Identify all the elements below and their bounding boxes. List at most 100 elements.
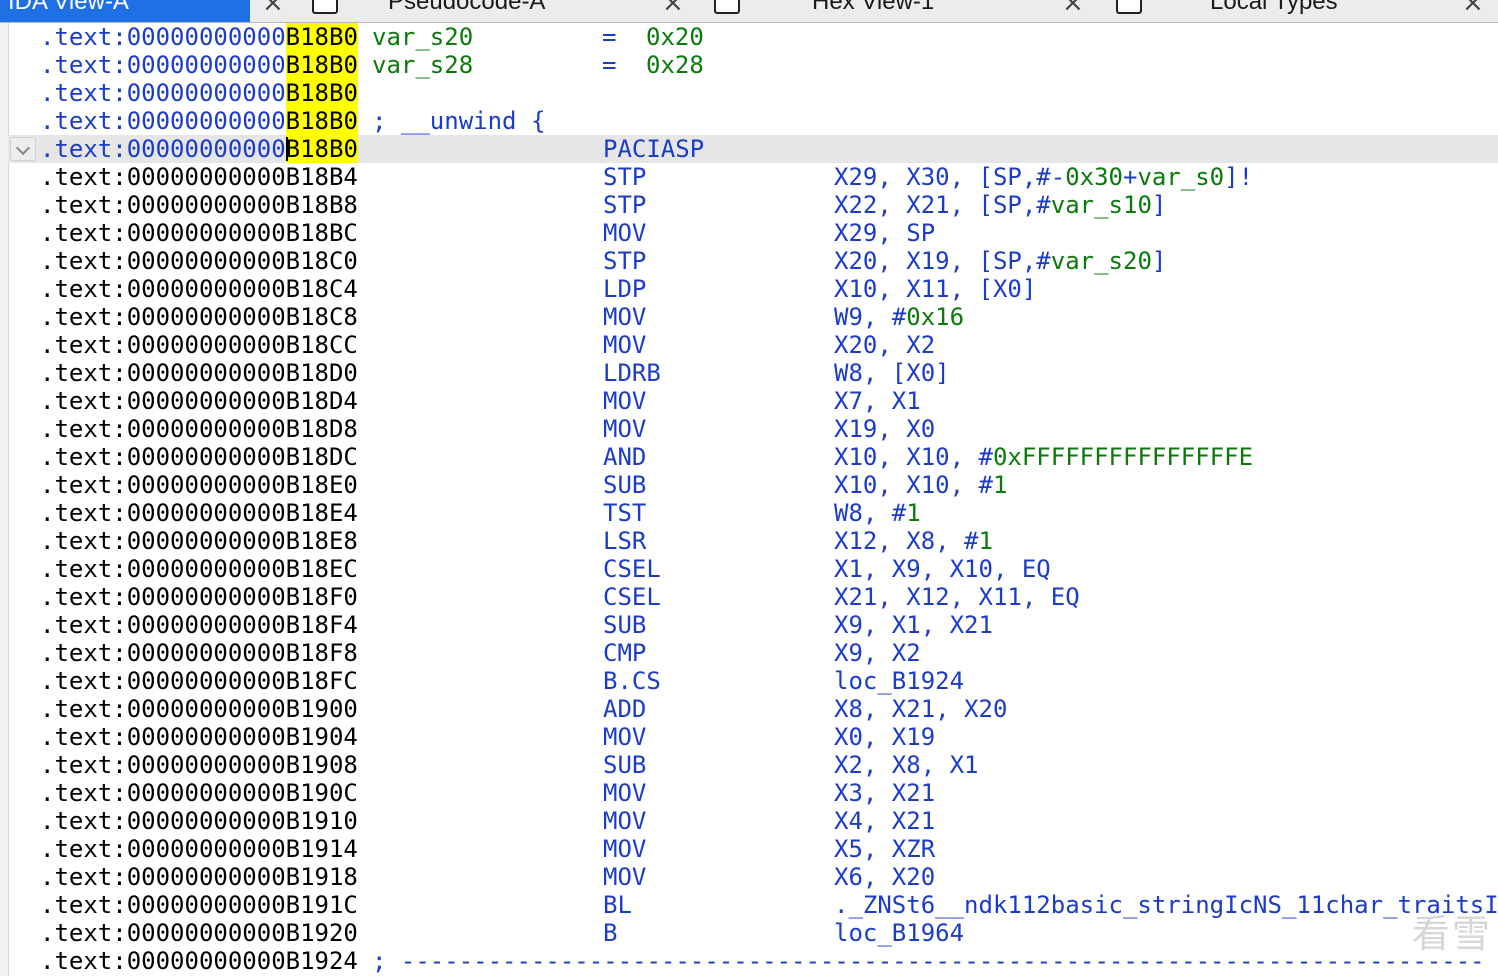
operands[interactable]: X6, X20 <box>834 863 935 891</box>
mnemonic[interactable]: SUB <box>603 611 646 639</box>
mnemonic[interactable]: MOV <box>603 387 646 415</box>
instruction-row[interactable]: .text:00000000000B1920 Bloc_B1964 <box>8 919 1498 947</box>
close-icon[interactable]: × <box>1062 0 1084 18</box>
operands[interactable]: X20, X19, [SP,#var_s20] <box>834 247 1166 275</box>
instruction-row[interactable]: .text:00000000000B1900 ADD X8, X21, X20 <box>8 695 1498 723</box>
instruction-row[interactable]: .text:00000000000B18D8 MOV X19, X0 <box>8 415 1498 443</box>
operands[interactable]: X10, X10, #0xFFFFFFFFFFFFFFFE <box>834 443 1253 471</box>
mnemonic[interactable]: ADD <box>603 695 646 723</box>
operands[interactable]: X2, X8, X1 <box>834 751 979 779</box>
operands[interactable]: X5, XZR <box>834 835 935 863</box>
operands[interactable]: X9, X2 <box>834 639 921 667</box>
instruction-row[interactable]: .text:00000000000B18D0 LDRB W8, [X0] <box>8 359 1498 387</box>
instruction-row[interactable]: .text:00000000000B18CC MOV X20, X2 <box>8 331 1498 359</box>
operands[interactable]: X29, X30, [SP,#-0x30+var_s0]! <box>834 163 1253 191</box>
operands[interactable]: X12, X8, #1 <box>834 527 993 555</box>
operands[interactable]: X22, X21, [SP,#var_s10] <box>834 191 1166 219</box>
mnemonic[interactable]: MOV <box>603 723 646 751</box>
mnemonic[interactable]: MOV <box>603 863 646 891</box>
mnemonic[interactable]: SUB <box>603 751 646 779</box>
mnemonic[interactable]: B <box>603 919 617 947</box>
mnemonic[interactable]: STP <box>603 247 646 275</box>
current-row[interactable]: .text:00000000000B18B0 PACIASP <box>8 135 1498 163</box>
operands[interactable]: X4, X21 <box>834 807 935 835</box>
instruction-row[interactable]: .text:00000000000B18C4 LDP X10, X11, [X0] <box>8 275 1498 303</box>
stack-var-row[interactable]: .text:00000000000B18B0 var_s28 = 0x28 <box>8 51 1498 79</box>
mnemonic[interactable]: LDRB <box>603 359 661 387</box>
mnemonic[interactable]: CMP <box>603 639 646 667</box>
instruction-row[interactable]: .text:00000000000B1904 MOV X0, X19 <box>8 723 1498 751</box>
instruction-row[interactable]: .text:00000000000B18D4 MOV X7, X1 <box>8 387 1498 415</box>
operands[interactable]: X3, X21 <box>834 779 935 807</box>
close-icon[interactable]: × <box>262 0 284 18</box>
instruction-row[interactable]: .text:00000000000B1914 MOV X5, XZR <box>8 835 1498 863</box>
close-icon[interactable]: × <box>662 0 684 18</box>
mnemonic[interactable]: MOV <box>603 835 646 863</box>
instruction-row[interactable]: .text:00000000000B18F8 CMP X9, X2 <box>8 639 1498 667</box>
operands[interactable]: X10, X11, [X0] <box>834 275 1036 303</box>
instruction-row[interactable]: .text:00000000000B18B4 STP X29, X30, [SP,#… <box>8 163 1498 191</box>
operands[interactable]: X7, X1 <box>834 387 921 415</box>
instruction-row[interactable]: .text:00000000000B190C MOV X3, X21 <box>8 779 1498 807</box>
operands[interactable]: X29, SP <box>834 219 935 247</box>
instruction-row[interactable]: .text:00000000000B18DC AND X10, X10, #0xFF… <box>8 443 1498 471</box>
disassembly-listing[interactable]: .text:00000000000B18B0 var_s20 = 0x20 .text:… <box>8 23 1498 976</box>
instruction-row[interactable]: .text:00000000000B18EC CSEL X1, X9, X10, E… <box>8 555 1498 583</box>
mnemonic[interactable]: BL <box>603 891 632 919</box>
instruction-row[interactable]: .text:00000000000B1918 MOV X6, X20 <box>8 863 1498 891</box>
mnemonic[interactable]: MOV <box>603 415 646 443</box>
instruction-row[interactable]: .text:00000000000B18C0 STP X20, X19, [SP,#… <box>8 247 1498 275</box>
operands[interactable]: loc_B1924 <box>834 667 964 695</box>
mnemonic[interactable]: PACIASP <box>603 135 704 163</box>
mnemonic[interactable]: MOV <box>603 303 646 331</box>
instruction-row[interactable]: .text:00000000000B18E4 TST W8, #1 <box>8 499 1498 527</box>
instruction-row[interactable]: .text:00000000000B18B8 STP X22, X21, [SP,#… <box>8 191 1498 219</box>
operands[interactable]: ._ZNSt6__ndk112basic_stringIcNS_11char_t… <box>834 891 1498 919</box>
instruction-row[interactable]: .text:00000000000B191C BL ._ZNSt6__ndk112b… <box>8 891 1498 919</box>
operands[interactable]: X19, X0 <box>834 415 935 443</box>
stack-var-name[interactable]: var_s20 <box>372 23 473 51</box>
instruction-row[interactable]: .text:00000000000B18FC B.CS loc_B1924 <box>8 667 1498 695</box>
operands[interactable]: X8, X21, X20 <box>834 695 1007 723</box>
mnemonic[interactable]: TST <box>603 499 646 527</box>
instruction-row[interactable]: .text:00000000000B18BC MOV X29, SP <box>8 219 1498 247</box>
tab-pseudocode-a[interactable]: Pseudocode-A <box>300 0 650 22</box>
mnemonic[interactable]: MOV <box>603 779 646 807</box>
operands[interactable]: W9, #0x16 <box>834 303 964 331</box>
mnemonic[interactable]: LSR <box>603 527 646 555</box>
operands[interactable]: X0, X19 <box>834 723 935 751</box>
close-icon[interactable]: × <box>1462 0 1484 18</box>
operands[interactable]: X9, X1, X21 <box>834 611 993 639</box>
instruction-row[interactable]: .text:00000000000B18E8 LSR X12, X8, #1 <box>8 527 1498 555</box>
instruction-row[interactable]: .text:00000000000B18F4 SUB X9, X1, X21 <box>8 611 1498 639</box>
operands[interactable]: loc_B1964 <box>834 919 964 947</box>
instruction-row[interactable]: .text:00000000000B18F0 CSEL X21, X12, X11,… <box>8 583 1498 611</box>
instruction-row[interactable]: .text:00000000000B18E0 SUB X10, X10, #1 <box>8 471 1498 499</box>
mnemonic[interactable]: B.CS <box>603 667 661 695</box>
stack-var-row[interactable]: .text:00000000000B18B0 var_s20 = 0x20 <box>8 23 1498 51</box>
mnemonic[interactable]: MOV <box>603 807 646 835</box>
separator-row[interactable]: .text:00000000000B1924 ; ----------------… <box>8 947 1498 975</box>
operands[interactable]: W8, [X0] <box>834 359 950 387</box>
operands[interactable]: W8, #1 <box>834 499 921 527</box>
mnemonic[interactable]: AND <box>603 443 646 471</box>
stack-var-name[interactable]: var_s28 <box>372 51 473 79</box>
instruction-row[interactable]: .text:00000000000B1908 SUB X2, X8, X1 <box>8 751 1498 779</box>
mnemonic[interactable]: CSEL <box>603 555 661 583</box>
mnemonic[interactable]: MOV <box>603 219 646 247</box>
mnemonic[interactable]: CSEL <box>603 583 661 611</box>
tab-local-types[interactable]: Local Types <box>1100 0 1450 22</box>
operands[interactable]: X21, X12, X11, EQ <box>834 583 1080 611</box>
mnemonic[interactable]: SUB <box>603 471 646 499</box>
mnemonic[interactable]: STP <box>603 163 646 191</box>
mnemonic[interactable]: LDP <box>603 275 646 303</box>
operands[interactable]: X10, X10, #1 <box>834 471 1007 499</box>
blank-row[interactable]: .text:00000000000B18B0 <box>8 79 1498 107</box>
instruction-row[interactable]: .text:00000000000B18C8 MOV W9, #0x16 <box>8 303 1498 331</box>
mnemonic[interactable]: MOV <box>603 331 646 359</box>
instruction-row[interactable]: .text:00000000000B1910 MOV X4, X21 <box>8 807 1498 835</box>
tab-ida-view-a[interactable]: IDA View-A <box>0 0 250 22</box>
operands[interactable]: X20, X2 <box>834 331 935 359</box>
tab-hex-view-1[interactable]: Hex View-1 <box>700 0 1050 22</box>
chevron-down-icon[interactable] <box>10 137 36 161</box>
